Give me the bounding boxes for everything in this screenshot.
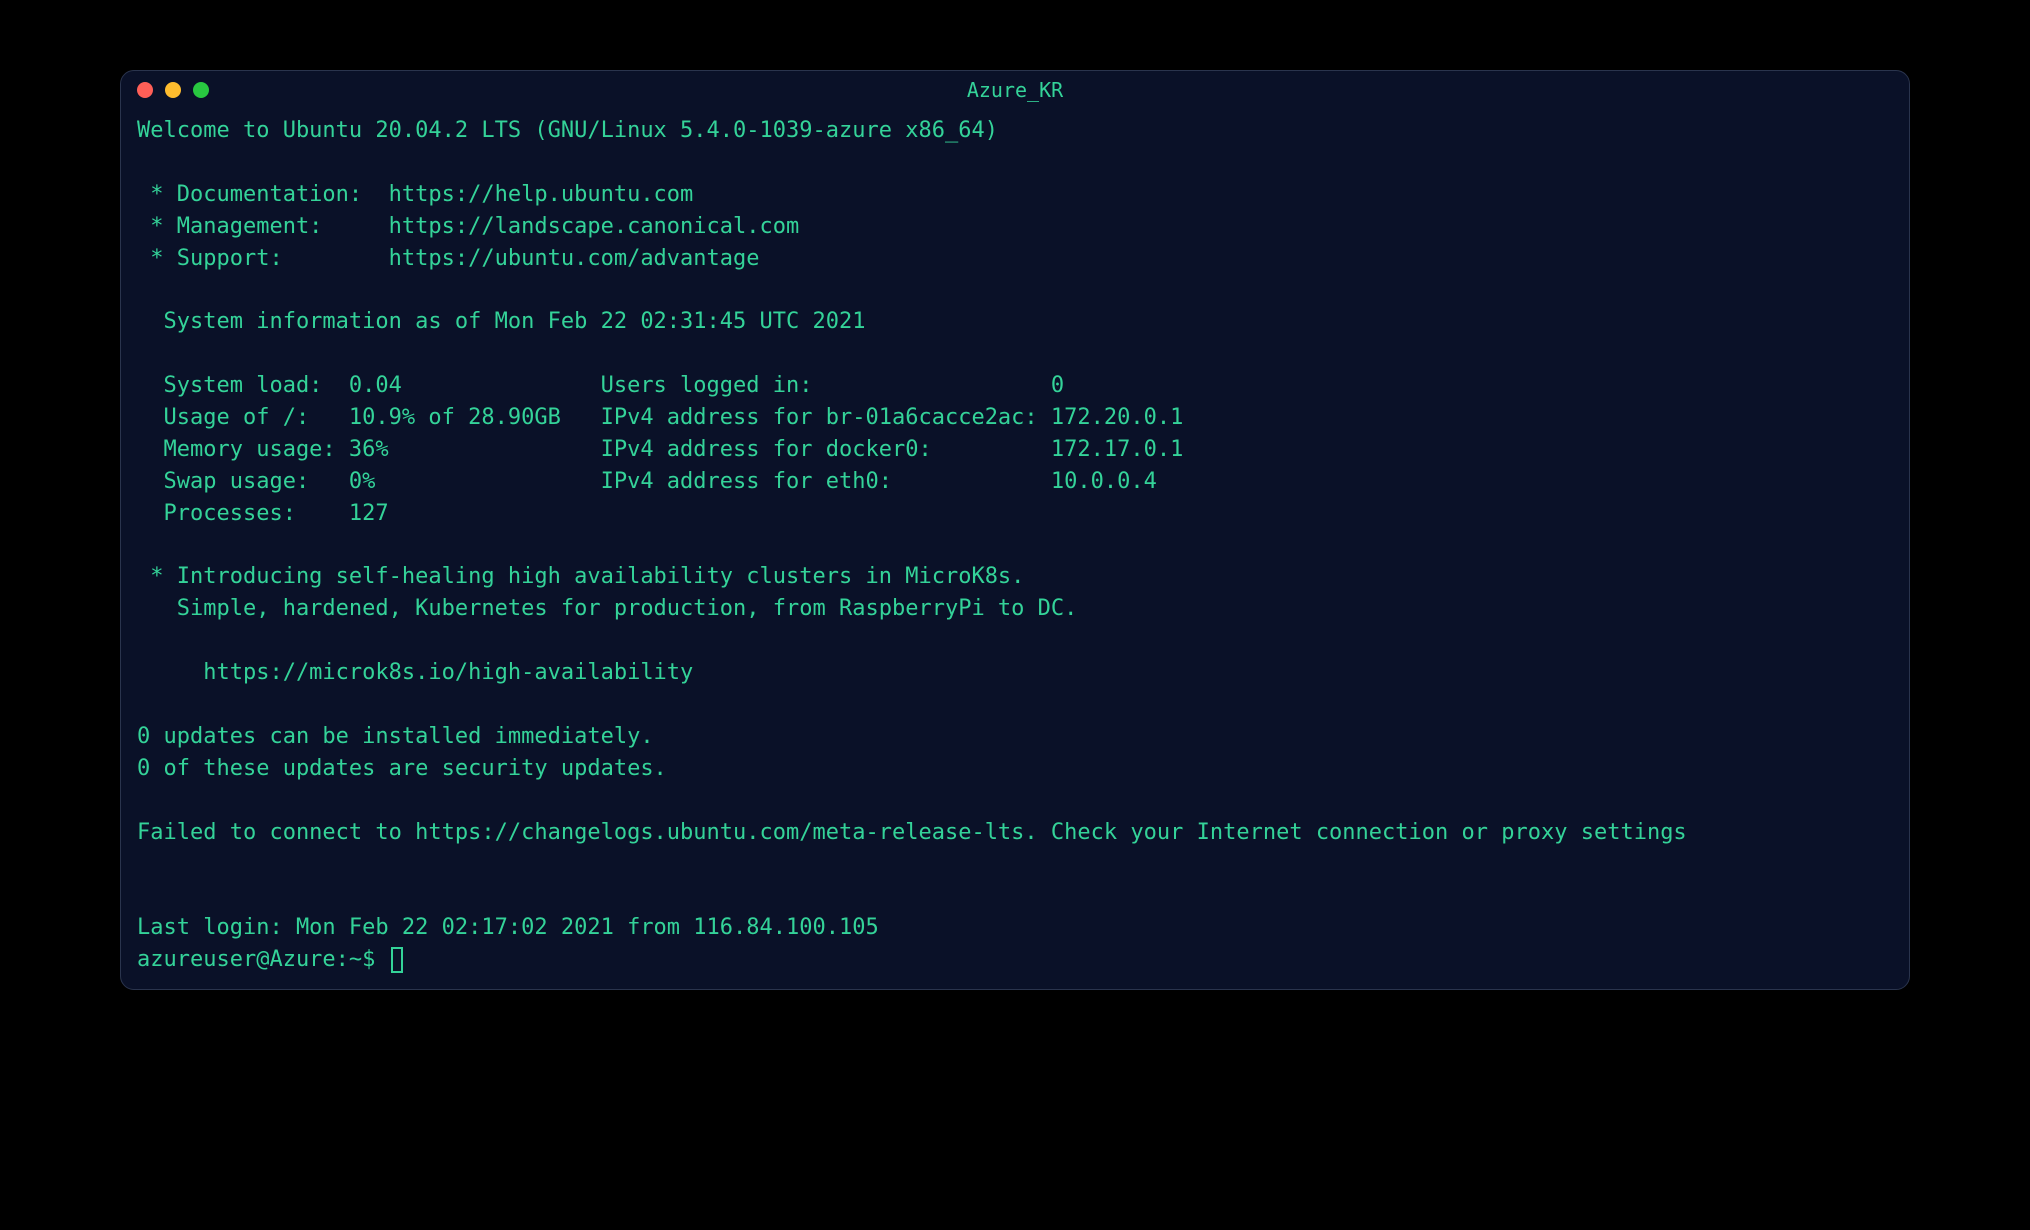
- microk8s-line: Simple, hardened, Kubernetes for product…: [137, 596, 1077, 621]
- sysinfo-row: Processes: 127: [137, 501, 389, 526]
- sysinfo-row: Swap usage: 0% IPv4 address for eth0: 10…: [137, 469, 1157, 494]
- shell-prompt: azureuser@Azure:~$: [137, 944, 389, 976]
- last-login: Last login: Mon Feb 22 02:17:02 2021 fro…: [137, 915, 879, 940]
- cursor-icon: [391, 947, 403, 973]
- updates-line: 0 of these updates are security updates.: [137, 756, 667, 781]
- window-titlebar: Azure_KR: [121, 71, 1909, 109]
- microk8s-line: * Introducing self-healing high availabi…: [137, 564, 1024, 589]
- close-icon[interactable]: [137, 82, 153, 98]
- motd-mgmt: * Management: https://landscape.canonica…: [137, 214, 799, 239]
- updates-line: 0 updates can be installed immediately.: [137, 724, 654, 749]
- error-line: Failed to connect to https://changelogs.…: [137, 820, 1687, 845]
- sysinfo-row: System load: 0.04 Users logged in: 0: [137, 373, 1064, 398]
- sysinfo-row: Memory usage: 36% IPv4 address for docke…: [137, 437, 1183, 462]
- motd-welcome: Welcome to Ubuntu 20.04.2 LTS (GNU/Linux…: [137, 118, 998, 143]
- terminal-window[interactable]: Azure_KR Welcome to Ubuntu 20.04.2 LTS (…: [120, 70, 1910, 990]
- maximize-icon[interactable]: [193, 82, 209, 98]
- sysinfo-row: Usage of /: 10.9% of 28.90GB IPv4 addres…: [137, 405, 1183, 430]
- motd-doc: * Documentation: https://help.ubuntu.com: [137, 182, 693, 207]
- microk8s-url: https://microk8s.io/high-availability: [137, 660, 693, 685]
- minimize-icon[interactable]: [165, 82, 181, 98]
- sysinfo-header: System information as of Mon Feb 22 02:3…: [137, 309, 865, 334]
- traffic-lights: [137, 82, 209, 98]
- motd-support: * Support: https://ubuntu.com/advantage: [137, 246, 760, 271]
- window-title: Azure_KR: [967, 78, 1063, 102]
- terminal-output[interactable]: Welcome to Ubuntu 20.04.2 LTS (GNU/Linux…: [121, 109, 1909, 989]
